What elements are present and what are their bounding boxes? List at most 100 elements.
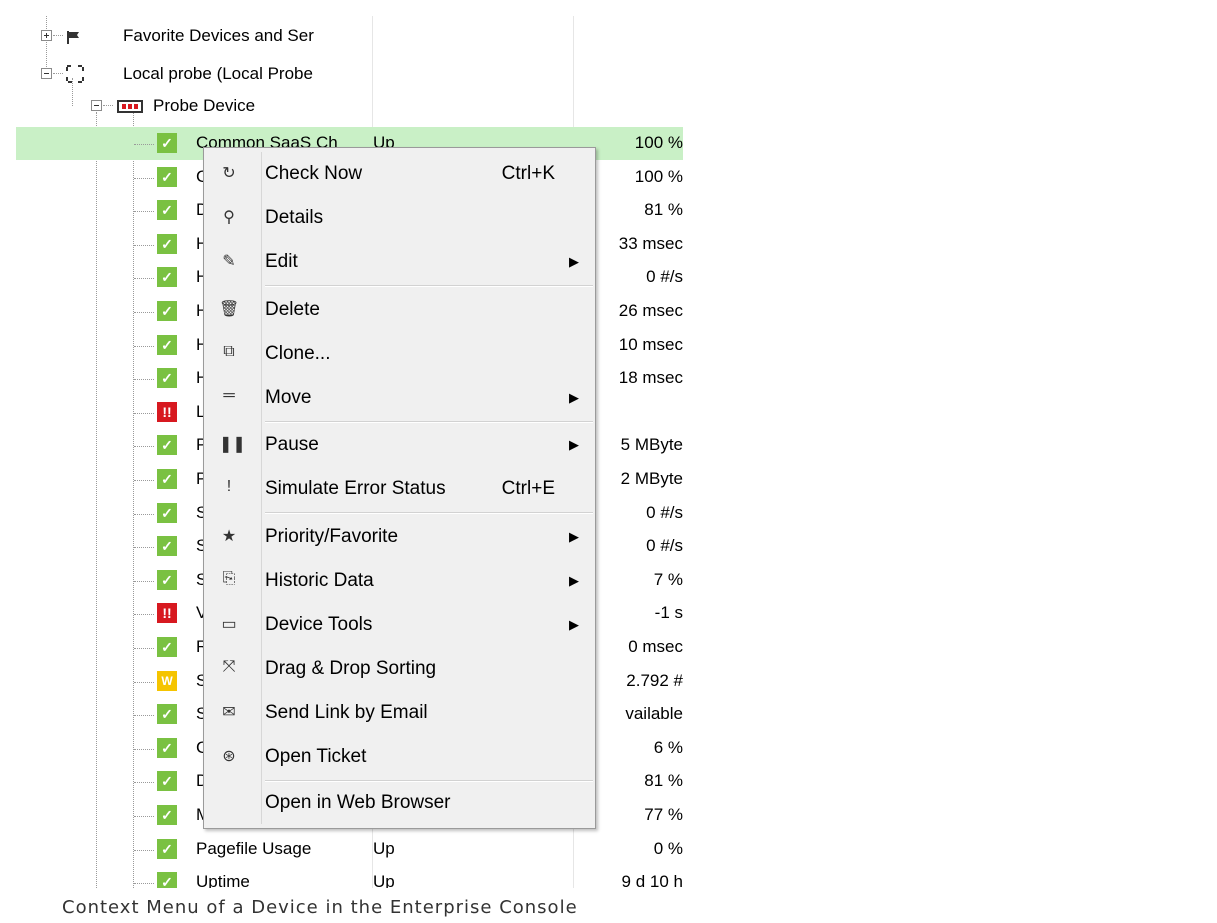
menu-item-label: Open in Web Browser [265, 792, 451, 813]
menu-item-open-ticket[interactable]: ⊛ Open Ticket [204, 736, 595, 780]
move-icon: ═ [223, 387, 235, 404]
menu-item-label: Send Link by Email [265, 702, 428, 723]
tree-guide-line [134, 715, 154, 716]
sensor-value: 100 % [634, 167, 683, 186]
sensor-value: 2.792 # [626, 671, 683, 690]
trash-icon: 🗑 [219, 301, 240, 318]
sensor-status-ok-icon: ✓ [157, 570, 177, 590]
tree-guide-line [134, 245, 154, 246]
pause-icon: ❚❚ [219, 436, 246, 453]
sensor-status-ok-icon: ✓ [157, 637, 177, 657]
tools-icon: ▭ [221, 616, 237, 633]
tree-guide-line [134, 346, 154, 347]
menu-item-send-link-by-email[interactable]: ✉ Send Link by Email [204, 692, 595, 736]
tree-guide-line [134, 480, 154, 481]
table-row[interactable]: ✓ Pagefile Usage Up 0 % [16, 833, 683, 866]
sensor-status-ok-icon: ✓ [157, 435, 177, 455]
menu-item-label: Pause [265, 434, 319, 455]
sensor-value: 26 msec [618, 301, 683, 320]
figure-caption: Context Menu of a Device in the Enterpri… [62, 897, 578, 918]
exclamation-icon: ! [226, 478, 232, 495]
menu-item-simulate-error-status[interactable]: ! Simulate Error Status Ctrl+E [204, 468, 595, 512]
menu-item-check-now[interactable]: ↻ Check Now Ctrl+K [204, 153, 595, 197]
tree-guide-line [134, 682, 154, 683]
sensor-status-ok-icon: ✓ [157, 301, 177, 321]
tree-guide-line [134, 312, 154, 313]
menu-item-label: Historic Data [265, 570, 374, 591]
menu-separator [265, 285, 593, 287]
tree-guide-line [46, 16, 47, 73]
menu-item-details[interactable]: ⚲ Details [204, 197, 595, 241]
tree-guide-line [53, 35, 63, 36]
drag-icon: ⤧ [222, 658, 236, 675]
submenu-arrow-icon: ▶ [569, 390, 579, 405]
tree-guide-line [103, 105, 113, 106]
expand-toggle-favorites[interactable] [41, 30, 52, 41]
sensor-status-ok-icon: ✓ [157, 200, 177, 220]
menu-separator [265, 421, 593, 423]
sensor-status-warn-icon: W [157, 671, 177, 691]
menu-item-historic-data[interactable]: ⎘ Historic Data ▶ [204, 560, 595, 604]
sensor-value: vailable [625, 704, 683, 723]
sensor-status-ok-icon: ✓ [157, 469, 177, 489]
collapse-toggle-device[interactable] [91, 100, 102, 111]
sensor-value: 0 % [653, 839, 683, 858]
sensor-value: 5 MByte [620, 435, 683, 454]
tree-guide-line [134, 782, 154, 783]
sensor-value: 9 d 10 h [621, 872, 683, 888]
sensor-value: 0 msec [628, 637, 683, 656]
search-icon: ⚲ [223, 209, 235, 226]
submenu-arrow-icon: ▶ [569, 529, 579, 544]
sensor-status-ok-icon: ✓ [157, 267, 177, 287]
sensor-status-text: Up [373, 839, 395, 858]
sensor-value: 2 MByte [620, 469, 683, 488]
tree-node-local-probe[interactable]: Local probe (Local Probe [123, 63, 313, 85]
sensor-value: 81 % [644, 771, 683, 790]
refresh-icon: ↻ [222, 165, 236, 182]
menu-item-device-tools[interactable]: ▭ Device Tools ▶ [204, 604, 595, 648]
flag-icon [66, 29, 80, 44]
star-icon: ★ [221, 528, 237, 545]
submenu-arrow-icon: ▶ [569, 617, 579, 632]
menu-item-label: Edit [265, 251, 298, 272]
sensor-value: 0 #/s [646, 267, 683, 286]
sensor-value: -1 s [654, 603, 683, 622]
collapse-toggle-probe[interactable] [41, 68, 52, 79]
submenu-arrow-icon: ▶ [569, 573, 579, 588]
menu-item-clone[interactable]: ⧉ Clone... [204, 333, 595, 377]
menu-item-pause[interactable]: ❚❚ Pause ▶ [204, 424, 595, 468]
tree-guide-line [134, 581, 154, 582]
tree-guide-line [134, 178, 154, 179]
tree-node-favorites[interactable]: Favorite Devices and Ser [123, 25, 314, 47]
menu-item-label: Clone... [265, 343, 331, 364]
tree-guide-line [134, 211, 154, 212]
menu-item-delete[interactable]: 🗑 Delete [204, 289, 595, 333]
tree-guide-line [134, 413, 154, 414]
sensor-status-ok-icon: ✓ [157, 872, 177, 888]
sensor-value: 77 % [644, 805, 683, 824]
tree-guide-line [134, 278, 154, 279]
menu-item-label: Move [265, 387, 312, 408]
menu-item-label: Delete [265, 299, 320, 320]
menu-item-priority-favorite[interactable]: ★ Priority/Favorite ▶ [204, 516, 595, 560]
menu-item-label: Details [265, 207, 324, 228]
sensor-value: 33 msec [618, 234, 683, 253]
sensor-status-ok-icon: ✓ [157, 536, 177, 556]
sensor-status-ok-icon: ✓ [157, 368, 177, 388]
sensor-status-ok-icon: ✓ [157, 335, 177, 355]
table-row[interactable]: ✓ Uptime Up 9 d 10 h [16, 866, 683, 888]
menu-item-drag-drop-sorting[interactable]: ⤧ Drag & Drop Sorting [204, 648, 595, 692]
menu-item-label: Device Tools [265, 614, 373, 635]
sensor-status-down-icon: !! [157, 603, 177, 623]
sensor-value: 100 % [634, 133, 683, 152]
menu-item-move[interactable]: ═ Move ▶ [204, 377, 595, 421]
sensor-name: Pagefile Usage [196, 839, 312, 858]
menu-item-edit[interactable]: ✎ Edit ▶ [204, 241, 595, 285]
sensor-status-ok-icon: ✓ [157, 771, 177, 791]
menu-item-open-in-web-browser[interactable]: Open in Web Browser [204, 782, 595, 826]
tree-guide-line [134, 614, 154, 615]
tree-guide-line [53, 73, 63, 74]
tree-guide-line [134, 144, 154, 145]
tree-node-probe-device[interactable]: Probe Device [153, 95, 255, 117]
probe-icon [64, 63, 86, 85]
